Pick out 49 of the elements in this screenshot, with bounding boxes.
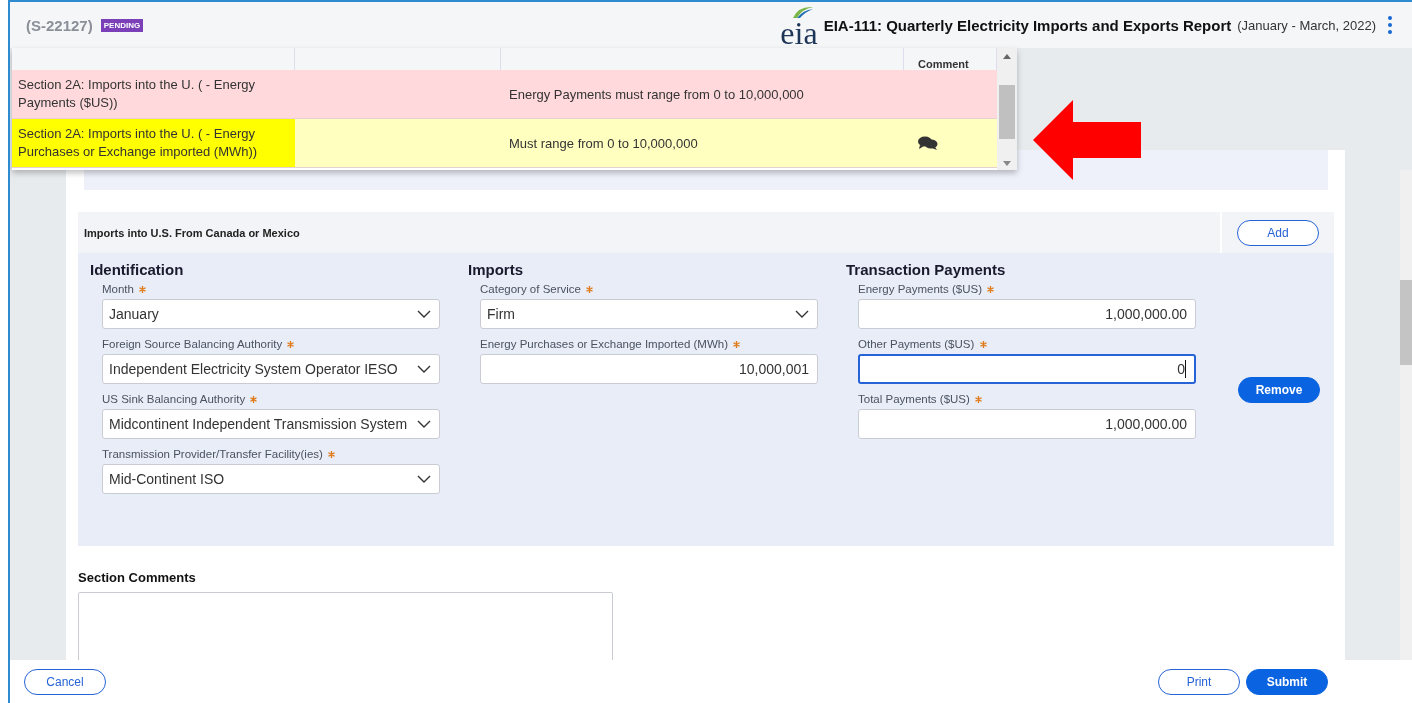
dropdown[interactable]: Mid-Continent ISO <box>102 464 440 494</box>
input-field[interactable]: 1,000,000.00 <box>858 409 1196 439</box>
group-title: Imports <box>468 261 524 278</box>
section-title: Imports into U.S. From Canada or Mexico <box>84 226 300 239</box>
input-field[interactable]: 10,000,001 <box>480 354 818 384</box>
chevron-down-icon <box>417 475 431 483</box>
table-cell: Energy Payments must range from 0 to 10,000,000 <box>509 86 804 102</box>
report-period: (January - March, 2022) <box>1237 17 1376 33</box>
group-title: Transaction Payments <box>846 261 1007 278</box>
dropdown[interactable]: Midcontinent Independent Transmission System <box>102 409 440 439</box>
table-cell-text: Section 2A: Imports into the U. ( - Energy Purchases or Exchange imported (MWh)) <box>18 125 259 161</box>
dropdown[interactable]: Independent Electricity System Operator IESO <box>102 354 440 384</box>
table-cell: Must range from 0 to 10,000,000 <box>509 135 698 151</box>
field-label: Energy Payments ($US) <box>858 283 982 295</box>
input-field[interactable]: 1,000,000.00 <box>858 299 1196 329</box>
chevron-down-icon <box>417 365 431 373</box>
action-button[interactable]: Print <box>1158 668 1240 695</box>
case-id: (S-22127) <box>26 16 93 34</box>
column-header: Comment <box>918 58 969 70</box>
remove-button[interactable]: Remove <box>1238 376 1320 403</box>
add-button[interactable]: Add <box>1237 219 1319 246</box>
field-label: Energy Purchases or Exchange Imported (MWh) <box>480 338 728 350</box>
comments-label: Section Comments <box>78 570 197 585</box>
submit-button[interactable]: Submit <box>1246 668 1328 695</box>
field-label: Month <box>102 283 134 295</box>
field-label: Total Payments ($US) <box>858 393 970 405</box>
action-button[interactable]: Cancel <box>24 668 106 695</box>
chevron-down-icon <box>417 310 431 318</box>
leaf-icon <box>792 5 814 19</box>
dropdown[interactable]: January <box>102 299 440 329</box>
error-row[interactable]: Section 2A: Imports into the U. ( - Energy Purchases or Exchange imported (MWh)) Must range from 0 to 10,000,000 <box>12 119 997 168</box>
error-row[interactable]: Section 2A: Imports into the U. ( - Energy Payments ($US)) Energy Payments must range from 0 to 10,000,000 <box>12 70 997 119</box>
scrollbar[interactable] <box>997 48 1017 170</box>
input-field[interactable]: 0 <box>858 354 1196 384</box>
report-title: EIA-111: Quarterly Electricity Imports and Exports Report <box>823 16 1232 34</box>
comment-icon[interactable] <box>918 136 938 150</box>
field-label: Other Payments ($US) <box>858 338 975 350</box>
field-label: Category of Service <box>480 283 581 295</box>
scrollbar[interactable] <box>1400 170 1412 660</box>
status-badge: PENDING <box>100 18 144 32</box>
logo-text: eia <box>780 19 818 47</box>
dropdown[interactable]: Firm <box>480 299 818 329</box>
field-label: US Sink Balancing Authority <box>102 393 246 405</box>
chevron-down-icon <box>417 420 431 428</box>
chevron-down-icon <box>795 310 809 318</box>
table-cell-text: Section 2A: Imports into the U. ( - Energy Payments ($US)) <box>18 76 256 112</box>
field-label: Foreign Source Balancing Authority <box>102 338 283 350</box>
field-label: Transmission Provider/Transfer Facility(ies) <box>102 448 323 460</box>
group-title: Identification <box>90 261 185 278</box>
